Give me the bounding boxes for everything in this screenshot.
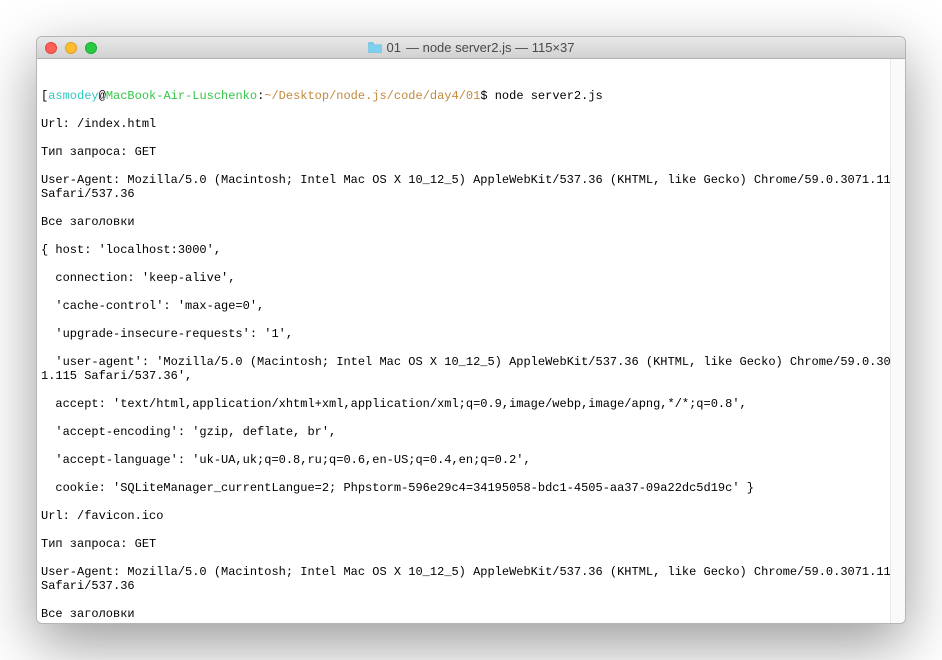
output-line: { host: 'localhost:3000', (41, 243, 901, 257)
output-line: 'accept-language': 'uk-UA,uk;q=0.8,ru;q=… (41, 453, 901, 467)
terminal-window: 01 — node server2.js — 115×37 [asmodey@M… (36, 36, 906, 624)
prompt-user: asmodey (48, 89, 98, 103)
output-line: Url: /index.html (41, 117, 901, 131)
title-rest: — node server2.js — 115×37 (406, 40, 575, 55)
output-line: Тип запроса: GET (41, 537, 901, 551)
output-line: User-Agent: Mozilla/5.0 (Macintosh; Inte… (41, 565, 901, 593)
prompt-host: MacBook-Air-Luschenko (106, 89, 257, 103)
minimize-button[interactable] (65, 42, 77, 54)
output-line: accept: 'text/html,application/xhtml+xml… (41, 397, 901, 411)
prompt-dollar: $ (480, 89, 487, 103)
output-line: connection: 'keep-alive', (41, 271, 901, 285)
output-line: Url: /favicon.ico (41, 509, 901, 523)
command-text: node server2.js (488, 89, 603, 103)
close-button[interactable] (45, 42, 57, 54)
window-title: 01 — node server2.js — 115×37 (37, 40, 905, 55)
scrollbar[interactable] (890, 59, 905, 623)
prompt-line: [asmodey@MacBook-Air-Luschenko:~/Desktop… (41, 89, 901, 103)
output-line: 'accept-encoding': 'gzip, deflate, br', (41, 425, 901, 439)
output-line: 'cache-control': 'max-age=0', (41, 299, 901, 313)
output-line: Все заголовки (41, 215, 901, 229)
output-line: Тип запроса: GET (41, 145, 901, 159)
terminal-output[interactable]: [asmodey@MacBook-Air-Luschenko:~/Desktop… (37, 59, 905, 623)
window-titlebar[interactable]: 01 — node server2.js — 115×37 (37, 37, 905, 59)
output-line: cookie: 'SQLiteManager_currentLangue=2; … (41, 481, 901, 495)
output-line: 'user-agent': 'Mozilla/5.0 (Macintosh; I… (41, 355, 901, 383)
output-line: User-Agent: Mozilla/5.0 (Macintosh; Inte… (41, 173, 901, 201)
prompt-at: @ (99, 89, 106, 103)
output-line: Все заголовки (41, 607, 901, 621)
maximize-button[interactable] (85, 42, 97, 54)
traffic-lights (37, 42, 97, 54)
folder-icon (368, 42, 382, 53)
output-line: 'upgrade-insecure-requests': '1', (41, 327, 901, 341)
prompt-path: ~/Desktop/node.js/code/day4/01 (264, 89, 480, 103)
title-folder: 01 (387, 40, 401, 55)
